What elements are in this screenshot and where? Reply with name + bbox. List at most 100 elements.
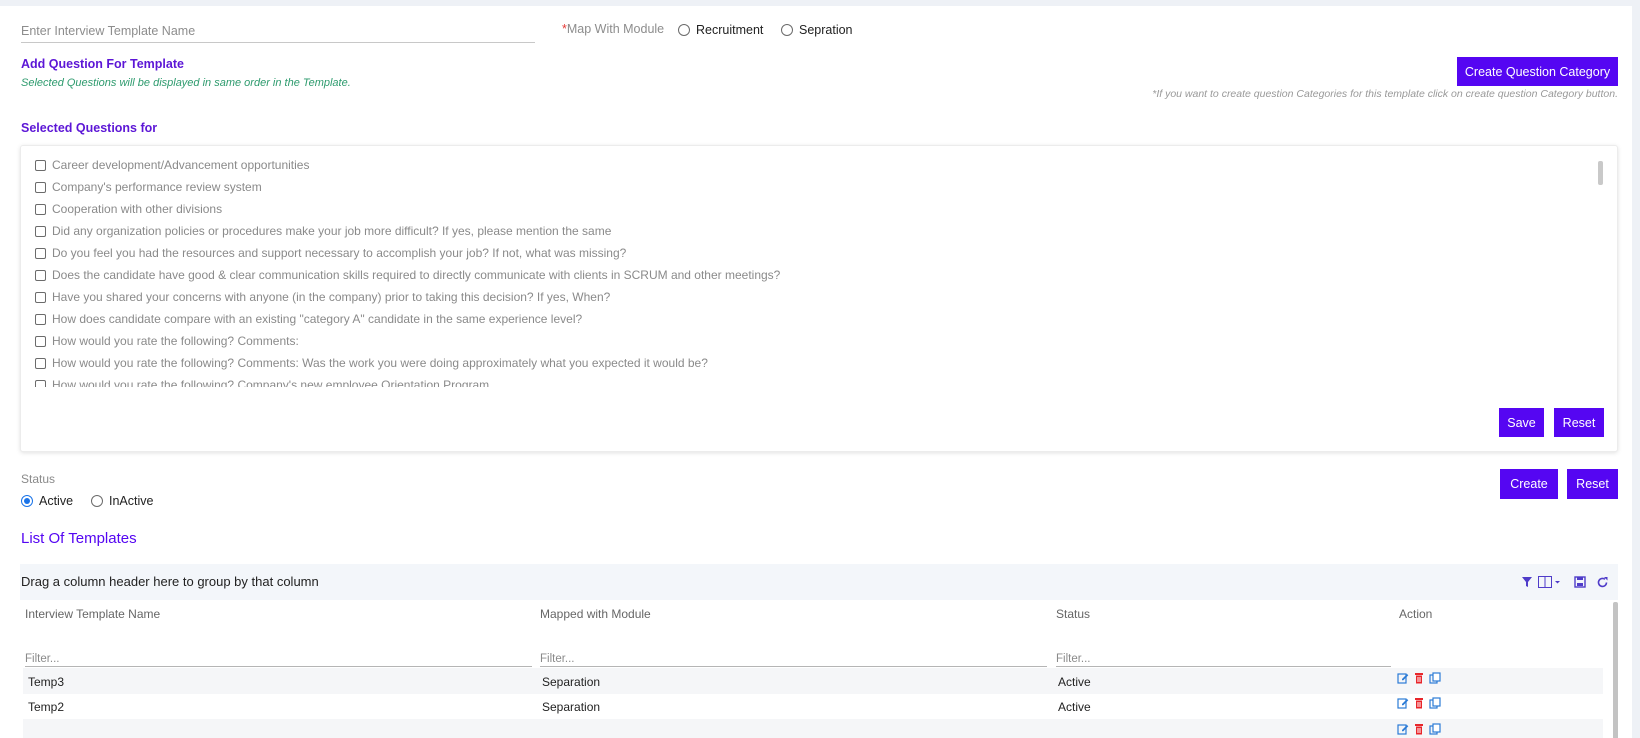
filter-status[interactable]	[1056, 649, 1391, 667]
question-checkbox[interactable]	[35, 225, 46, 237]
reset-questions-button[interactable]: Reset	[1554, 408, 1604, 437]
question-text: Does the candidate have good & clear com…	[52, 268, 781, 282]
question-list[interactable]: Career development/Advancement opportuni…	[35, 154, 1605, 387]
column-header-action: Action	[1399, 607, 1433, 621]
question-checkbox[interactable]	[35, 159, 46, 171]
status-option-label: InActive	[109, 494, 154, 508]
group-by-panel[interactable]: Drag a column header here to group by th…	[20, 564, 1618, 600]
question-checkbox[interactable]	[35, 379, 46, 387]
edit-icon[interactable]	[1397, 697, 1409, 712]
question-text: How does candidate compare with an exist…	[52, 312, 583, 326]
question-item[interactable]: Career development/Advancement opportuni…	[35, 154, 1605, 176]
filter-input[interactable]	[1056, 653, 1391, 665]
table-row[interactable]: Temp2 Separation Active	[23, 693, 1603, 719]
table-row[interactable]	[23, 719, 1603, 738]
edit-icon[interactable]	[1397, 723, 1409, 738]
status-radio-inactive[interactable]: InActive	[91, 494, 153, 508]
filter-icon[interactable]	[1520, 576, 1534, 590]
question-item[interactable]: Have you shared your concerns with anyon…	[35, 286, 1605, 308]
cell-template-name: Temp2	[28, 700, 65, 714]
radio-circle[interactable]	[781, 24, 793, 36]
cell-mapped-module: Separation	[542, 700, 601, 714]
question-checkbox[interactable]	[35, 357, 46, 369]
radio-circle[interactable]	[91, 495, 103, 507]
question-item[interactable]: Do you feel you had the resources and su…	[35, 242, 1605, 264]
question-text: How would you rate the following? Commen…	[52, 334, 299, 348]
cell-template-name: Temp3	[28, 675, 65, 689]
question-item[interactable]: How would you rate the following? Commen…	[35, 330, 1605, 352]
save-layout-icon[interactable]	[1573, 576, 1587, 590]
question-text: Have you shared your concerns with anyon…	[52, 290, 611, 304]
question-checkbox[interactable]	[35, 335, 46, 347]
column-header-status[interactable]: Status	[1056, 607, 1090, 621]
radio-circle[interactable]	[678, 24, 690, 36]
question-checkbox[interactable]	[35, 247, 46, 259]
question-text: Did any organization policies or procedu…	[52, 224, 612, 238]
grid-scrollbar[interactable]	[1613, 602, 1618, 738]
row-actions	[1397, 723, 1441, 738]
column-header-mapped-module[interactable]: Mapped with Module	[540, 607, 651, 621]
list-of-templates-title: List Of Templates	[21, 530, 137, 547]
question-checkbox[interactable]	[35, 291, 46, 303]
copy-icon[interactable]	[1429, 723, 1441, 738]
module-option-label: Sepration	[799, 23, 853, 37]
question-checkbox[interactable]	[35, 181, 46, 193]
question-text: How would you rate the following? Commen…	[52, 356, 708, 370]
question-item[interactable]: How does candidate compare with an exist…	[35, 308, 1605, 330]
question-selection-box: Career development/Advancement opportuni…	[20, 145, 1618, 452]
question-text: Cooperation with other divisions	[52, 202, 223, 216]
radio-circle-selected[interactable]	[21, 495, 33, 507]
columns-chooser-icon[interactable]	[1538, 576, 1562, 590]
question-item[interactable]: Company's performance review system	[35, 176, 1605, 198]
create-template-button[interactable]: Create	[1500, 469, 1558, 499]
column-header-template-name[interactable]: Interview Template Name	[25, 607, 160, 621]
status-label: Status	[21, 472, 56, 486]
filter-mapped-module[interactable]	[540, 649, 1047, 667]
module-radio-recruitment[interactable]: Recruitment	[678, 23, 763, 37]
status-option-label: Active	[39, 494, 74, 508]
cell-status: Active	[1058, 700, 1091, 714]
module-option-label: Recruitment	[696, 23, 764, 37]
question-text: Do you feel you had the resources and su…	[52, 246, 627, 260]
delete-icon[interactable]	[1413, 672, 1425, 687]
reset-form-button[interactable]: Reset	[1567, 469, 1618, 499]
question-text: How would you rate the following? Compan…	[52, 378, 490, 387]
question-list-scrollbar[interactable]	[1598, 161, 1603, 185]
filter-template-name[interactable]	[25, 649, 532, 667]
map-with-module-label: *Map With Module	[562, 22, 665, 36]
question-text: Company's performance review system	[52, 180, 262, 194]
delete-icon[interactable]	[1413, 723, 1425, 738]
copy-icon[interactable]	[1429, 672, 1441, 687]
template-name-input[interactable]	[21, 22, 535, 38]
filter-input[interactable]	[25, 653, 532, 665]
question-item[interactable]: Does the candidate have good & clear com…	[35, 264, 1605, 286]
cell-status: Active	[1058, 675, 1091, 689]
question-order-hint: Selected Questions will be displayed in …	[21, 77, 351, 89]
edit-icon[interactable]	[1397, 672, 1409, 687]
question-item[interactable]: Cooperation with other divisions	[35, 198, 1605, 220]
question-item[interactable]: Did any organization policies or procedu…	[35, 220, 1605, 242]
status-radio-active[interactable]: Active	[21, 494, 73, 508]
save-questions-button[interactable]: Save	[1499, 408, 1544, 437]
table-row[interactable]: Temp3 Separation Active	[23, 668, 1603, 694]
templates-grid: Drag a column header here to group by th…	[20, 564, 1618, 738]
copy-icon[interactable]	[1429, 697, 1441, 712]
add-question-title: Add Question For Template	[21, 57, 184, 71]
question-checkbox[interactable]	[35, 269, 46, 281]
row-actions	[1397, 697, 1441, 712]
question-item[interactable]: How would you rate the following? Commen…	[35, 352, 1605, 374]
delete-icon[interactable]	[1413, 697, 1425, 712]
create-question-category-button[interactable]: Create Question Category	[1457, 57, 1618, 86]
question-text: Career development/Advancement opportuni…	[52, 158, 310, 172]
refresh-icon[interactable]	[1595, 576, 1609, 590]
question-item[interactable]: How would you rate the following? Compan…	[35, 374, 1605, 387]
selected-questions-title: Selected Questions for	[21, 121, 158, 135]
template-name-field[interactable]	[21, 22, 535, 43]
question-checkbox[interactable]	[35, 313, 46, 325]
row-actions	[1397, 672, 1441, 687]
question-checkbox[interactable]	[35, 203, 46, 215]
filter-input[interactable]	[540, 653, 1047, 665]
cell-mapped-module: Separation	[542, 675, 601, 689]
group-by-hint: Drag a column header here to group by th…	[21, 574, 319, 589]
module-radio-sepration[interactable]: Sepration	[781, 23, 853, 37]
